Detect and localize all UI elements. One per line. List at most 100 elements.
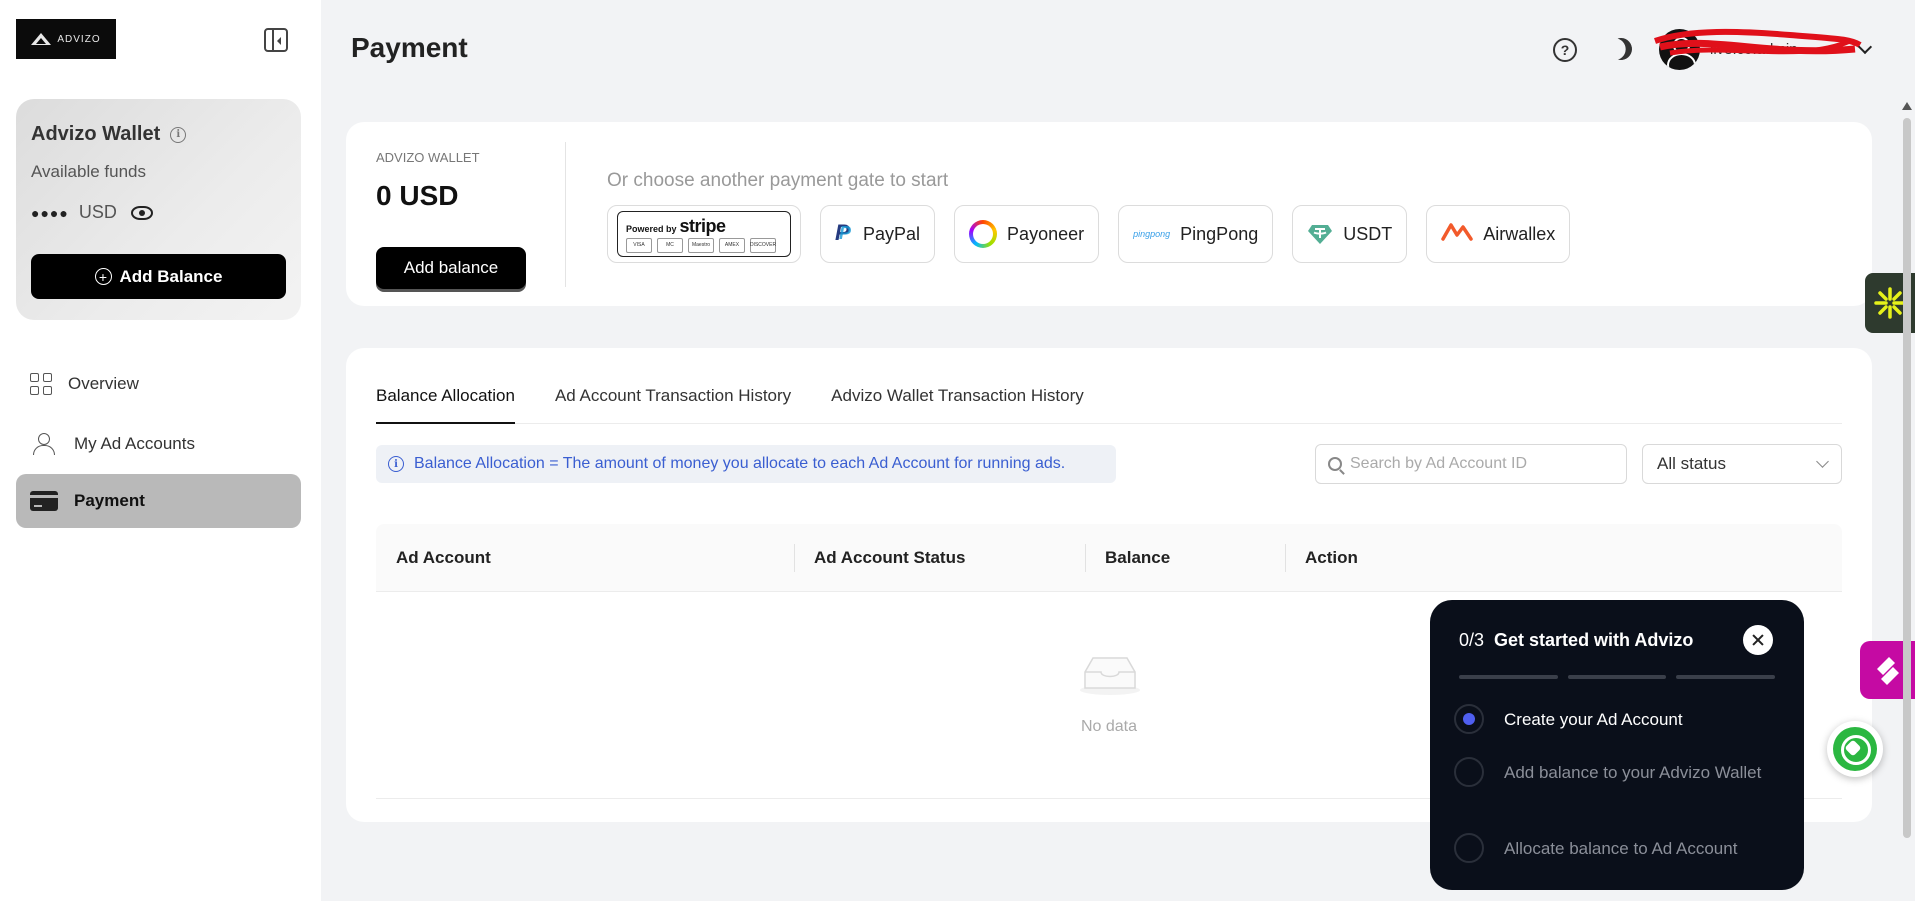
tab-balance-allocation[interactable]: Balance Allocation [376,386,515,424]
wallet-amount: 0 USD [376,180,459,211]
sidebar-item-label: My Ad Accounts [74,434,195,453]
search-input[interactable] [1350,455,1610,473]
gate-label: USDT [1343,223,1393,244]
gate-usdt[interactable]: USDT [1292,205,1408,263]
divider [565,142,566,287]
sidebar-item-my-ad-accounts[interactable]: My Ad Accounts [16,417,301,471]
close-icon[interactable] [1743,625,1773,655]
wallet-title: Advizo Wallet i [31,123,187,146]
paypal-icon [835,220,853,246]
redaction-scribble [1654,28,1862,56]
airwallex-icon [1441,221,1473,248]
masked-amount: ●●●● [31,204,69,221]
info-icon: i [388,456,404,472]
tab-bar: Balance Allocation Ad Account Transactio… [376,386,1842,424]
column-header[interactable]: Ad Account [376,524,794,591]
dark-mode-moon-icon[interactable] [1607,35,1635,63]
grid-icon [30,373,52,395]
wallet-title-text: Advizo Wallet [31,123,161,145]
plus-circle-icon: + [94,268,112,285]
step-allocate-balance[interactable]: Allocate balance to Ad Account [1454,833,1774,863]
gate-label: Payoneer [1007,223,1085,244]
scroll-up-icon[interactable] [1902,102,1912,110]
discover-icon: DISCOVER [750,237,776,253]
get-started-title-text: Get started with Advizo [1494,630,1694,650]
sidebar: ADVIZO Advizo Wallet i Available funds ●… [0,0,321,901]
step-add-balance[interactable]: Add balance to your Advizo Wallet [1454,757,1774,787]
column-header[interactable]: Balance [1085,524,1285,591]
chevron-down-icon [1816,455,1829,468]
column-header[interactable]: Ad Account Status [794,524,1085,591]
user-name: ilve.co.admin [1654,28,1862,58]
step-radio [1454,757,1484,787]
step-label: Create your Ad Account [1504,709,1683,729]
column-header[interactable]: Action [1285,524,1842,591]
wallet-panel: ADVIZO WALLET 0 USD Add balance Or choos… [346,122,1872,306]
gate-prompt: Or choose another payment gate to start [607,170,949,191]
info-banner: i Balance Allocation = The amount of mon… [376,445,1116,483]
gate-pingpong[interactable]: pingpong PingPong [1118,205,1274,263]
advizo-logo[interactable]: ADVIZO [16,19,116,59]
eye-icon[interactable] [130,205,153,220]
payoneer-icon [969,220,998,248]
progress-bar [1459,675,1776,679]
user-menu[interactable]: ilve.co.admin [1654,28,1873,70]
whatsapp-icon [1833,727,1877,771]
step-radio [1454,833,1484,863]
empty-inbox-icon [1080,657,1140,695]
funds-currency: USD [78,202,117,222]
gate-payoneer[interactable]: Payoneer [954,205,1100,263]
gate-label: Airwallex [1483,223,1556,244]
status-filter-select[interactable]: All status [1642,444,1842,484]
step-label: Add balance to your Advizo Wallet [1504,762,1762,782]
tab-advizo-wallet-transaction-history[interactable]: Advizo Wallet Transaction History [831,386,1084,424]
step-label: Allocate balance to Ad Account [1504,838,1738,858]
get-started-popup: 0/3 Get started with Advizo Create your … [1430,600,1804,890]
gate-stripe[interactable]: Powered by stripe VISA MC Maestro AMEX D… [607,205,801,263]
card-brands: VISA MC Maestro AMEX DISCOVER [626,237,776,253]
status-filter-value: All status [1657,454,1726,473]
wallet-add-balance-button[interactable]: Add balance [376,247,526,289]
visa-icon: VISA [626,237,652,253]
step-create-ad-account[interactable]: Create your Ad Account [1454,704,1774,734]
collapse-sidebar-icon[interactable] [264,28,288,52]
gate-label: PingPong [1180,223,1259,244]
payment-gates: Powered by stripe VISA MC Maestro AMEX D… [607,205,1571,263]
sidebar-item-payment[interactable]: Payment [16,474,301,528]
credit-card-icon [30,491,58,511]
maestro-icon: Maestro [688,237,714,253]
logo-text: ADVIZO [57,33,101,45]
table-header: Ad Account Ad Account Status Balance Act… [376,524,1842,592]
whatsapp-button[interactable] [1827,721,1883,777]
pingpong-icon: pingpong [1133,229,1171,239]
logo-mark-icon [31,33,52,45]
page-title: Payment [351,32,468,63]
help-icon[interactable]: ? [1553,38,1577,62]
users-icon [30,433,58,455]
stripe-logo: stripe [679,215,727,236]
usdt-icon [1307,221,1333,247]
add-balance-label: Add Balance [119,266,223,286]
amex-icon: AMEX [719,237,745,253]
get-started-title: 0/3 Get started with Advizo [1459,630,1693,651]
gate-paypal[interactable]: PayPal [820,205,936,263]
funds-row: ●●●● USD [31,202,153,223]
info-banner-text: Balance Allocation = The amount of money… [414,455,1066,472]
search-box[interactable] [1315,444,1627,484]
stripe-heading: Powered by stripe [626,216,726,237]
scrollbar-thumb[interactable] [1903,118,1911,838]
add-balance-button[interactable]: + Add Balance [31,254,286,299]
sidebar-item-overview[interactable]: Overview [16,357,301,411]
sidebar-item-label: Payment [74,491,145,510]
scrollbar[interactable] [1900,100,1914,840]
sidebar-item-label: Overview [68,374,139,393]
tab-ad-account-transaction-history[interactable]: Ad Account Transaction History [555,386,791,424]
available-funds-label: Available funds [31,162,146,181]
get-started-progress: 0/3 [1459,630,1485,650]
step-radio [1454,704,1484,734]
gate-airwallex[interactable]: Airwallex [1426,205,1571,263]
info-icon[interactable]: i [170,126,187,143]
search-icon [1328,457,1342,471]
stripe-badge: Powered by stripe VISA MC Maestro AMEX D… [617,211,791,257]
stripe-powered-by: Powered by [626,223,677,234]
